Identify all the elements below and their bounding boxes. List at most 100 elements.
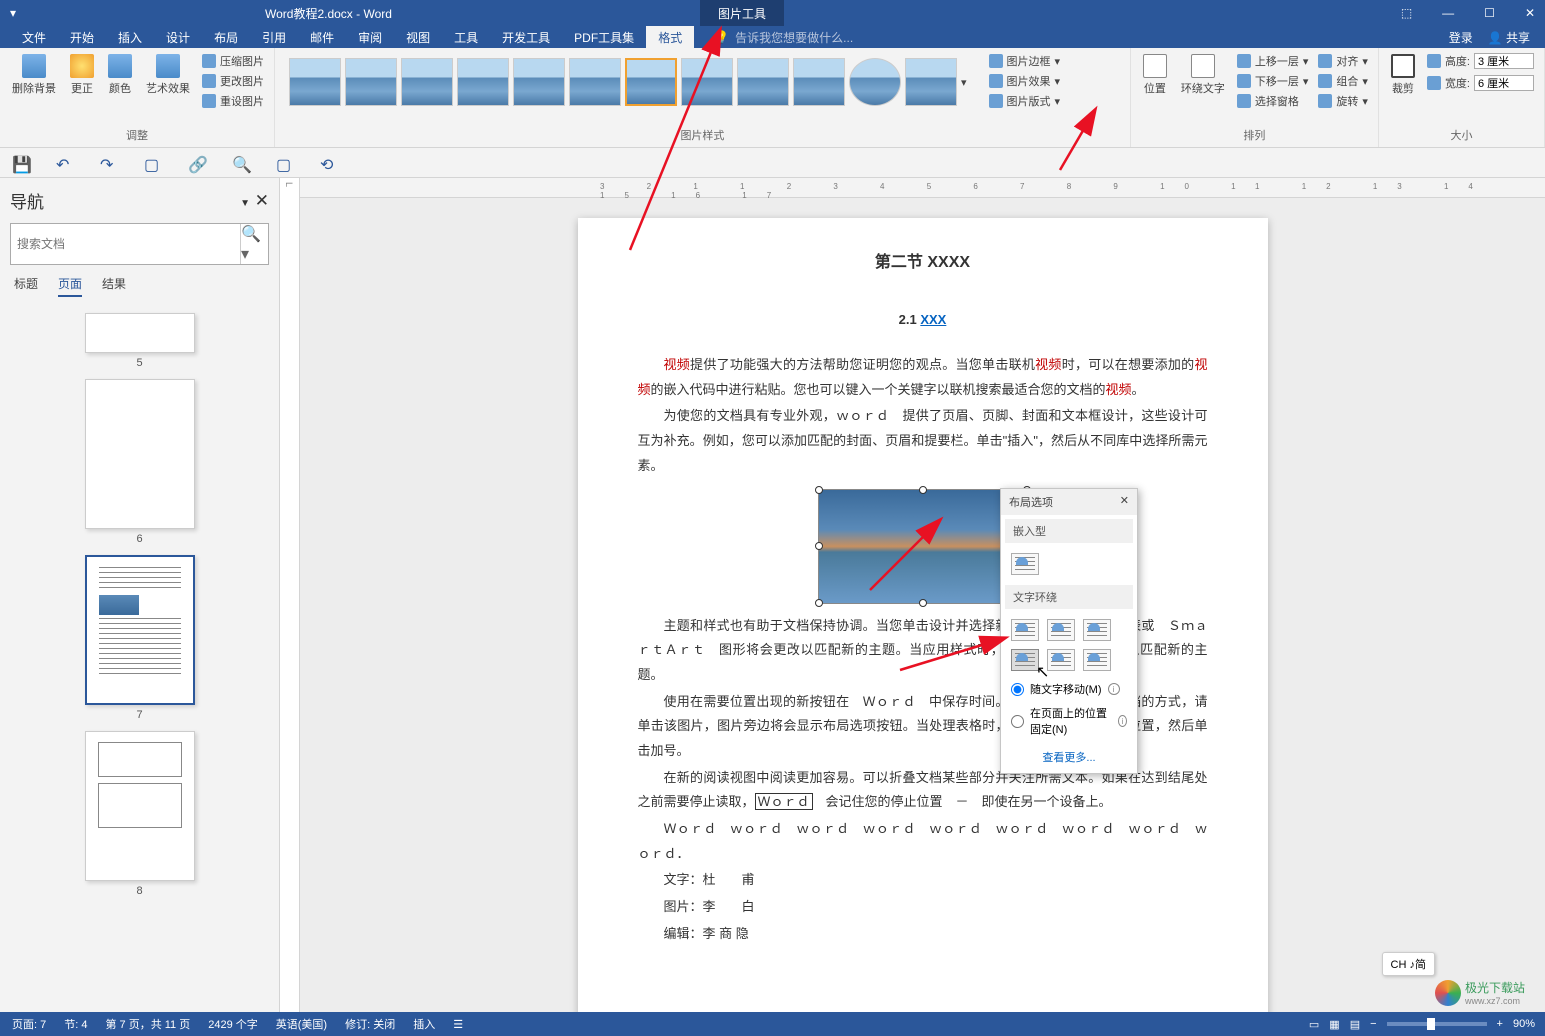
status-page[interactable]: 页面: 7 bbox=[12, 1016, 46, 1032]
height-field[interactable]: 高度: bbox=[1425, 52, 1536, 70]
picture-effects-button[interactable]: 图片效果 ▾ bbox=[987, 72, 1063, 90]
style-gallery[interactable]: ▾ bbox=[283, 52, 973, 112]
style-thumb[interactable] bbox=[345, 58, 397, 106]
tab-developer[interactable]: 开发工具 bbox=[490, 26, 562, 49]
maximize-icon[interactable]: ☐ bbox=[1484, 6, 1495, 20]
ime-indicator[interactable]: CH ♪简 bbox=[1382, 952, 1435, 976]
document-area[interactable]: 第二节 XXXX 2.1 XXX 视频提供了功能强大的方法帮助您证明您的观点。当… bbox=[300, 178, 1545, 1012]
height-input[interactable] bbox=[1474, 53, 1534, 69]
tab-home[interactable]: 开始 bbox=[58, 26, 106, 49]
color-button[interactable]: 颜色 bbox=[104, 52, 136, 98]
view-web-icon[interactable]: ▤ bbox=[1350, 1018, 1360, 1031]
zoom-out-icon[interactable]: − bbox=[1370, 1018, 1376, 1030]
status-insert-mode[interactable]: 插入 bbox=[413, 1016, 435, 1032]
save-icon[interactable]: 💾 bbox=[12, 155, 28, 171]
tab-file[interactable]: 文件 bbox=[10, 26, 58, 49]
layout-opt-tight[interactable] bbox=[1047, 619, 1075, 641]
picture-layout-button[interactable]: 图片版式 ▾ bbox=[987, 92, 1063, 110]
qat-icon[interactable]: 🔗 bbox=[188, 155, 204, 171]
move-with-text-radio[interactable]: 随文字移动(M) i bbox=[1001, 677, 1137, 701]
style-thumb[interactable] bbox=[905, 58, 957, 106]
login-button[interactable]: 登录 bbox=[1449, 29, 1473, 46]
gallery-more-icon[interactable]: ▾ bbox=[961, 76, 967, 89]
minimize-icon[interactable]: — bbox=[1442, 6, 1454, 20]
status-extra-icon[interactable]: ☰ bbox=[453, 1018, 463, 1031]
status-track-changes[interactable]: 修订: 关闭 bbox=[345, 1016, 395, 1032]
status-language[interactable]: 英语(美国) bbox=[276, 1016, 327, 1032]
qat-icon[interactable]: ⟲ bbox=[320, 155, 336, 171]
see-more-link[interactable]: 查看更多... bbox=[1001, 741, 1137, 773]
tell-me-search[interactable]: 💡 告诉我您想要做什么... bbox=[714, 29, 853, 46]
qat-icon[interactable]: 🔍 bbox=[232, 155, 248, 171]
style-thumb[interactable] bbox=[625, 58, 677, 106]
style-thumb[interactable] bbox=[681, 58, 733, 106]
bring-forward-button[interactable]: 上移一层 ▾ bbox=[1235, 52, 1311, 70]
status-page-of[interactable]: 第 7 页，共 11 页 bbox=[105, 1016, 190, 1032]
width-input[interactable] bbox=[1474, 75, 1534, 91]
layout-opt-inline[interactable] bbox=[1011, 553, 1039, 575]
zoom-slider[interactable] bbox=[1387, 1022, 1487, 1026]
style-thumb[interactable] bbox=[513, 58, 565, 106]
send-backward-button[interactable]: 下移一层 ▾ bbox=[1235, 72, 1311, 90]
change-picture-button[interactable]: 更改图片 bbox=[200, 72, 266, 90]
view-read-icon[interactable]: ▭ bbox=[1309, 1018, 1319, 1031]
crop-button[interactable]: 裁剪 bbox=[1387, 52, 1419, 98]
status-section[interactable]: 节: 4 bbox=[64, 1016, 87, 1032]
align-button[interactable]: 对齐 ▾ bbox=[1316, 52, 1370, 70]
tab-mailings[interactable]: 邮件 bbox=[298, 26, 346, 49]
picture-border-button[interactable]: 图片边框 ▾ bbox=[987, 52, 1063, 70]
layout-opt-square[interactable] bbox=[1011, 619, 1039, 641]
tab-insert[interactable]: 插入 bbox=[106, 26, 154, 49]
page-thumbnails[interactable]: 5 6 7 8 bbox=[10, 307, 269, 1002]
style-thumb[interactable] bbox=[401, 58, 453, 106]
tab-design[interactable]: 设计 bbox=[154, 26, 202, 49]
tab-view[interactable]: 视图 bbox=[394, 26, 442, 49]
info-icon[interactable]: i bbox=[1118, 715, 1127, 727]
corrections-button[interactable]: 更正 bbox=[66, 52, 98, 98]
horizontal-ruler[interactable] bbox=[300, 178, 1545, 198]
style-thumb[interactable] bbox=[569, 58, 621, 106]
fix-position-radio[interactable]: 在页面上的位置固定(N) i bbox=[1001, 701, 1137, 741]
subsection-link[interactable]: XXX bbox=[920, 312, 946, 327]
redo-icon[interactable]: ↷ bbox=[100, 155, 116, 171]
app-menu-icon[interactable]: ▾ bbox=[10, 6, 16, 20]
group-button[interactable]: 组合 ▾ bbox=[1316, 72, 1370, 90]
width-field[interactable]: 宽度: bbox=[1425, 74, 1536, 92]
qat-icon[interactable]: ▢ bbox=[144, 155, 160, 171]
nav-dropdown-icon[interactable]: ▼ bbox=[240, 198, 250, 209]
qat-icon[interactable]: ▢ bbox=[276, 155, 292, 171]
zoom-in-icon[interactable]: + bbox=[1497, 1018, 1503, 1030]
tab-references[interactable]: 引用 bbox=[250, 26, 298, 49]
view-print-icon[interactable]: ▦ bbox=[1329, 1018, 1339, 1031]
nav-close-icon[interactable]: ✕ bbox=[255, 191, 269, 210]
selection-pane-button[interactable]: 选择窗格 bbox=[1235, 92, 1311, 110]
remove-background-button[interactable]: 删除背景 bbox=[8, 52, 60, 98]
undo-icon[interactable]: ↶ bbox=[56, 155, 72, 171]
style-thumb[interactable] bbox=[849, 58, 901, 106]
position-button[interactable]: 位置 bbox=[1139, 52, 1171, 98]
selected-image[interactable] bbox=[818, 489, 1028, 604]
nav-tab-pages[interactable]: 页面 bbox=[58, 275, 82, 297]
layout-opt-front[interactable] bbox=[1083, 649, 1111, 671]
layout-opt-behind[interactable] bbox=[1047, 649, 1075, 671]
compress-picture-button[interactable]: 压缩图片 bbox=[200, 52, 266, 70]
style-thumb[interactable] bbox=[289, 58, 341, 106]
tab-format[interactable]: 格式 bbox=[646, 26, 694, 49]
thumbnail-page-6[interactable] bbox=[85, 379, 195, 529]
rotate-button[interactable]: 旋转 ▾ bbox=[1316, 92, 1370, 110]
artistic-effects-button[interactable]: 艺术效果 bbox=[142, 52, 194, 98]
status-word-count[interactable]: 2429 个字 bbox=[208, 1016, 258, 1032]
tab-tools[interactable]: 工具 bbox=[442, 26, 490, 49]
layout-opt-through[interactable] bbox=[1083, 619, 1111, 641]
layout-opt-topbottom[interactable] bbox=[1011, 649, 1039, 671]
tab-layout[interactable]: 布局 bbox=[202, 26, 250, 49]
page[interactable]: 第二节 XXXX 2.1 XXX 视频提供了功能强大的方法帮助您证明您的观点。当… bbox=[578, 218, 1268, 1012]
search-button[interactable]: 🔍 ▾ bbox=[240, 224, 268, 264]
thumbnail-page-5[interactable] bbox=[85, 313, 195, 353]
tab-pdf[interactable]: PDF工具集 bbox=[562, 26, 646, 49]
style-thumb[interactable] bbox=[737, 58, 789, 106]
thumbnail-page-8[interactable] bbox=[85, 731, 195, 881]
ribbon-display-icon[interactable]: ⬚ bbox=[1401, 6, 1412, 20]
tab-review[interactable]: 审阅 bbox=[346, 26, 394, 49]
style-thumb[interactable] bbox=[457, 58, 509, 106]
